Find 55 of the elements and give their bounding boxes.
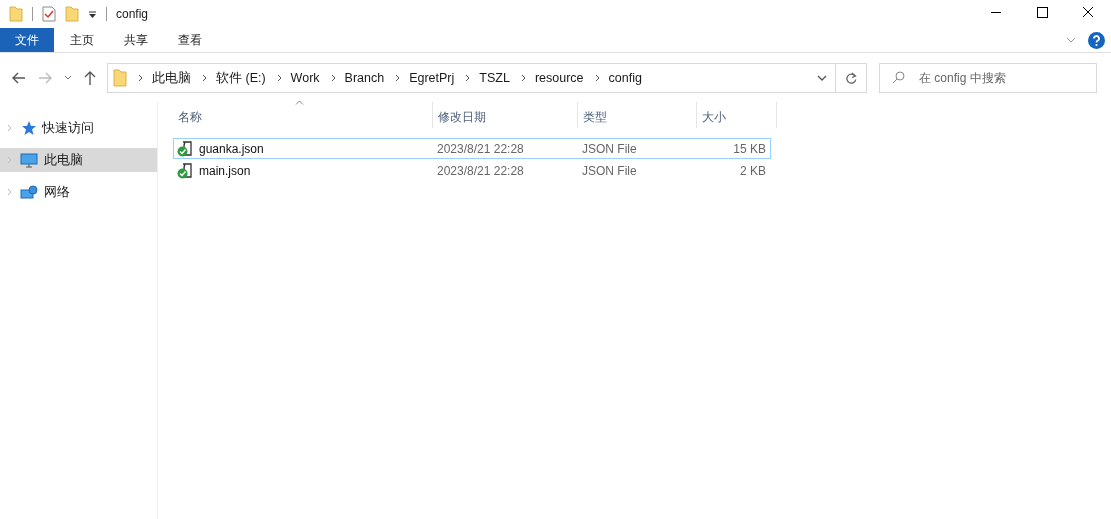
column-header[interactable]: 大小	[697, 102, 777, 128]
address-bar[interactable]: 此电脑 软件 (E:) Work Branch EgretPrj TSZL resource config	[107, 63, 836, 93]
search-icon	[892, 71, 905, 84]
refresh-button[interactable]	[836, 63, 867, 93]
network-icon	[20, 184, 38, 200]
sidebar-item[interactable]: 此电脑	[0, 148, 157, 172]
window-title: config	[116, 7, 149, 21]
file-menu-tab[interactable]: 文件	[0, 28, 54, 52]
file-size: 15 KB	[733, 141, 766, 156]
file-name: main.json	[199, 163, 251, 178]
refresh-icon	[845, 71, 857, 85]
search-field[interactable]: 在 config 中搜索	[879, 63, 1097, 93]
file-row[interactable]: main.json 2023/8/21 22:28 JSON File 2 KB	[173, 160, 771, 181]
chevron-icon[interactable]	[330, 74, 336, 82]
column-header[interactable]: 修改日期	[433, 102, 578, 128]
checked-document-icon[interactable]	[42, 6, 56, 22]
column-header[interactable]: 类型	[578, 102, 697, 128]
column-header[interactable]: 名称	[173, 102, 433, 128]
up-arrow-icon[interactable]	[84, 71, 96, 85]
breadcrumb-item[interactable]: EgretPrj	[409, 71, 455, 85]
chevron-icon[interactable]	[520, 74, 526, 82]
dropdown-icon[interactable]	[88, 9, 97, 19]
chevron-icon[interactable]	[276, 74, 282, 82]
chevron-icon[interactable]	[202, 74, 207, 82]
breadcrumb-item[interactable]: resource	[534, 71, 584, 85]
json-file-icon	[177, 140, 193, 157]
sort-caret-icon	[294, 100, 304, 105]
chevron-icon[interactable]	[138, 74, 143, 82]
modified-date: 2023/8/21 22:28	[437, 163, 524, 178]
breadcrumb-item[interactable]: 软件 (E:)	[216, 69, 266, 87]
chevron-icon[interactable]	[395, 74, 401, 82]
folder-icon	[113, 69, 127, 87]
breadcrumb-item[interactable]: Work	[290, 71, 320, 85]
chevron-icon[interactable]	[594, 74, 600, 82]
json-file-icon	[177, 162, 193, 179]
expand-ribbon-icon[interactable]	[1066, 36, 1076, 44]
file-row[interactable]: guanka.json 2023/8/21 22:28 JSON File 15 KB	[173, 138, 771, 159]
modified-date: 2023/8/21 22:28	[437, 141, 524, 156]
back-arrow-icon[interactable]	[12, 72, 26, 84]
breadcrumb-item[interactable]: Branch	[344, 71, 385, 85]
breadcrumb-item[interactable]: 此电脑	[152, 69, 191, 87]
breadcrumb-item[interactable]: config	[608, 71, 642, 85]
sidebar-item[interactable]: 快速访问	[0, 116, 157, 140]
recent-locations-icon[interactable]	[64, 75, 72, 81]
chevron-icon[interactable]	[465, 74, 471, 82]
dropdown-icon[interactable]	[817, 74, 827, 82]
computer-icon	[20, 152, 38, 168]
sidebar-item[interactable]: 网络	[0, 180, 157, 204]
file-type: JSON File	[582, 163, 637, 178]
help-icon[interactable]	[1088, 31, 1105, 49]
breadcrumb-item[interactable]: TSZL	[479, 71, 510, 85]
star-icon	[20, 120, 36, 136]
file-name: guanka.json	[199, 141, 264, 156]
file-size: 2 KB	[740, 163, 766, 178]
file-type: JSON File	[582, 141, 637, 156]
